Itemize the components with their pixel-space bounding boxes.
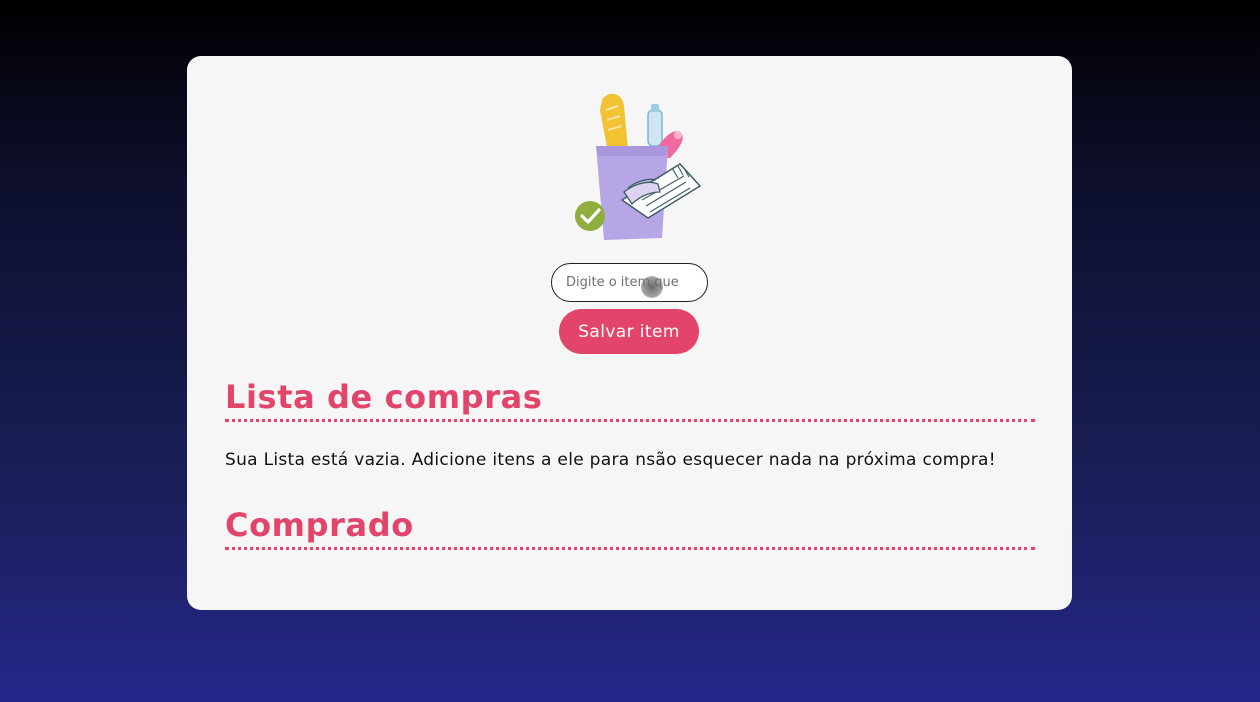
shopping-list-divider xyxy=(225,419,1035,422)
checkmark-icon xyxy=(575,201,605,231)
baguette-icon xyxy=(600,93,628,152)
bought-divider xyxy=(225,547,1035,550)
grocery-bag-illustration xyxy=(575,93,702,240)
shopping-list-title: Lista de compras xyxy=(225,378,543,416)
save-item-button[interactable]: Salvar item xyxy=(559,309,699,354)
bottle-icon xyxy=(647,104,663,147)
empty-list-message: Sua Lista está vazia. Adicione itens a e… xyxy=(225,450,996,470)
cursor-indicator xyxy=(641,276,663,298)
bought-title: Comprado xyxy=(225,506,414,544)
item-input[interactable] xyxy=(551,263,708,302)
